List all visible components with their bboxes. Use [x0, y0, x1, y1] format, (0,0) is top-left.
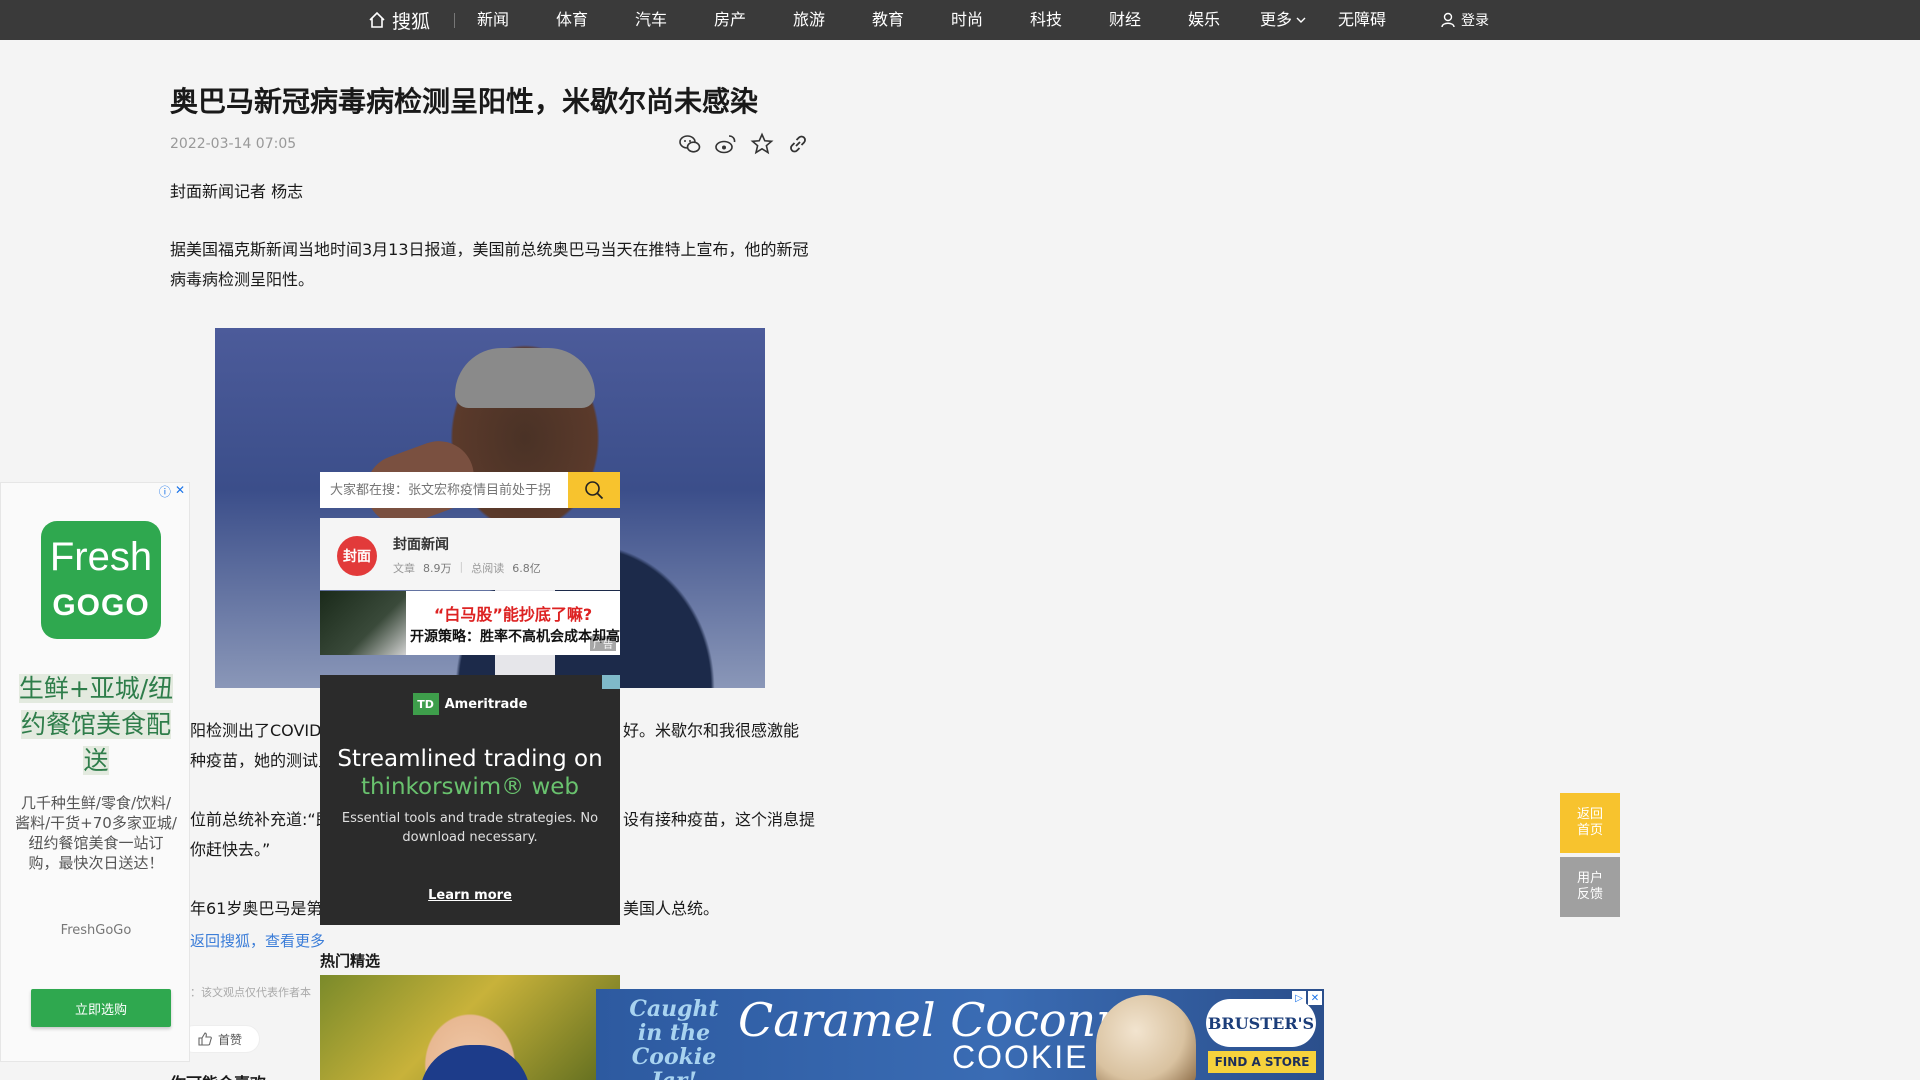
- hot-picks-heading: 热门精选: [320, 952, 381, 970]
- banner-subline: 开源策略：胜率不高机会成本却高: [410, 629, 620, 645]
- td-headline-line2: thinkorswim® web: [360, 774, 580, 800]
- nav-home-link[interactable]: 搜狐: [368, 0, 430, 40]
- ice-cream-image: [1096, 995, 1196, 1080]
- thumbs-up-icon: [198, 1032, 212, 1046]
- ad-controls: ⓘ ✕: [159, 483, 185, 500]
- ad-close-icon[interactable]: ✕: [175, 483, 185, 500]
- overlay-search-button[interactable]: [568, 472, 620, 508]
- td-learn-more-link[interactable]: Learn more: [320, 888, 620, 903]
- ad-choices-corner[interactable]: [602, 675, 620, 689]
- back-to-sohu-link[interactable]: 返回搜狐，查看更多: [190, 930, 325, 951]
- nav-item-news[interactable]: 新闻: [477, 0, 509, 40]
- article-byline: 封面新闻记者 杨志: [170, 182, 304, 201]
- banner-headline: “白马股”能抄底了嘛?: [433, 605, 593, 624]
- hot-image-dress-shape: [420, 1045, 530, 1080]
- author-name: 封面新闻: [393, 537, 449, 553]
- author-card[interactable]: 封面 封面新闻 文章 8.9万 | 总阅读 6.8亿: [320, 518, 620, 590]
- ad-caught-text: Caught in the Cookie Jar!: [629, 996, 719, 1080]
- wechat-icon[interactable]: [678, 132, 702, 156]
- article-date: 2022-03-14 07:05: [170, 136, 297, 152]
- td-logo-text: Ameritrade: [444, 696, 528, 712]
- back-to-home-button[interactable]: 返回 首页: [1560, 793, 1620, 853]
- top-navigation: 搜狐 新闻 体育 汽车 房产 旅游 教育 时尚 科技 财经 娱乐 更多 无障碍 …: [0, 0, 1920, 40]
- overlay-search-bar: [320, 472, 620, 508]
- finance-banner-ad[interactable]: “白马股”能抄底了嘛? 开源策略：胜率不高机会成本却高 广告: [320, 591, 620, 655]
- author-articles-label: 文章: [393, 562, 415, 575]
- nav-accessibility-link[interactable]: 无障碍: [1338, 0, 1386, 40]
- td-headline: Streamlined trading on thinkorswim® web: [320, 745, 620, 801]
- author-reads-value: 6.8亿: [512, 562, 541, 575]
- freshgogo-logo: Fresh GOGO: [41, 521, 161, 639]
- nav-item-finance[interactable]: 财经: [1109, 0, 1141, 40]
- freshgogo-brand: FreshGoGo: [60, 923, 132, 938]
- td-headline-line1: Streamlined trading on: [337, 746, 603, 772]
- nav-item-auto[interactable]: 汽车: [635, 0, 667, 40]
- nav-item-realestate[interactable]: 房产: [714, 0, 746, 40]
- article-paragraph-3-right: 设有接种疫苗，这个消息提: [623, 810, 816, 829]
- share-bar: [678, 132, 810, 156]
- nav-more-label: 更多: [1260, 10, 1293, 29]
- ameritrade-logo: TD Ameritrade: [320, 693, 620, 715]
- search-icon: [585, 481, 604, 500]
- nav-home-label: 搜狐: [392, 10, 431, 33]
- td-subtext: Essential tools and trade strategies. No…: [341, 811, 599, 845]
- nav-item-travel[interactable]: 旅游: [793, 0, 825, 40]
- ad-controls-bottom: ▷ ✕: [1292, 991, 1322, 1005]
- chevron-down-icon: [1296, 17, 1306, 23]
- stock-chart-thumbnail: [320, 591, 406, 655]
- nav-item-education[interactable]: 教育: [872, 0, 904, 40]
- brusters-banner-ad[interactable]: Caught in the Cookie Jar! Caramel Coconu…: [596, 989, 1324, 1080]
- nav-item-entertainment[interactable]: 娱乐: [1188, 0, 1220, 40]
- ad-close-icon-bottom[interactable]: ✕: [1308, 991, 1322, 1005]
- author-stats: 文章 8.9万 | 总阅读 6.8亿: [393, 560, 541, 576]
- td-logo-box: TD: [412, 693, 439, 715]
- photo-hair-shape: [455, 348, 595, 408]
- freshgogo-shop-button[interactable]: 立即选购: [31, 989, 171, 1027]
- freshgogo-headline-text: 生鲜+亚城/纽约餐馆美食配送: [18, 674, 174, 775]
- hot-picks-image[interactable]: [320, 975, 620, 1080]
- freshgogo-headline: 生鲜+亚城/纽约餐馆美食配送: [11, 671, 181, 779]
- article-paragraph-2-right: 好。米歇尔和我很感激能: [623, 721, 800, 740]
- stats-divider: |: [459, 560, 464, 573]
- freshgogo-logo-line2: GOGO: [52, 589, 150, 622]
- ameritrade-ad[interactable]: TD Ameritrade Streamlined trading on thi…: [320, 675, 620, 925]
- freshgogo-body: 几千种生鲜/零食/饮料/酱料/干货+70多家亚城/纽约餐馆美食一站订购，最快次日…: [15, 794, 177, 872]
- overlay-search-input[interactable]: [320, 472, 568, 508]
- article-disclaimer: ：该文观点仅代表作者本: [190, 986, 311, 999]
- login-label: 登录: [1461, 13, 1489, 29]
- recommend-section-heading: 你可能会喜欢: [170, 1070, 266, 1080]
- home-icon: [369, 11, 385, 28]
- ad-product-name-2: COOKIE: [952, 1039, 1089, 1075]
- nav-item-fashion[interactable]: 时尚: [951, 0, 983, 40]
- ad-tag: 广告: [590, 636, 616, 651]
- weibo-icon[interactable]: [714, 132, 738, 156]
- nav-more-dropdown[interactable]: 更多: [1260, 0, 1306, 40]
- ad-choices-icon[interactable]: ▷: [1292, 991, 1306, 1005]
- brusters-logo: BRUSTER'S: [1206, 999, 1316, 1047]
- freshgogo-logo-line1: Fresh: [49, 535, 153, 579]
- article-title: 奥巴马新冠病毒病检测呈阳性，米歇尔尚未感染: [170, 85, 759, 118]
- user-feedback-button[interactable]: 用户 反馈: [1560, 857, 1620, 917]
- author-articles-value: 8.9万: [423, 562, 452, 575]
- freshgogo-side-ad[interactable]: ⓘ ✕ Fresh GOGO 生鲜+亚城/纽约餐馆美食配送 几千种生鲜/零食/饮…: [0, 482, 190, 1062]
- article-paragraph-1: 据美国福克斯新闻当地时间3月13日报道，美国前总统奥巴马当天在推特上宣布，他的新…: [170, 240, 809, 289]
- nav-item-sports[interactable]: 体育: [556, 0, 588, 40]
- find-store-button[interactable]: FIND A STORE: [1208, 1051, 1316, 1073]
- article-paragraph-4-right: 美国人总统。: [623, 899, 720, 918]
- like-label: 首赞: [217, 1032, 242, 1047]
- favorite-star-icon[interactable]: [750, 132, 774, 156]
- author-logo: 封面: [337, 536, 377, 576]
- copy-link-icon[interactable]: [786, 132, 810, 156]
- author-reads-label: 总阅读: [471, 562, 505, 575]
- like-button[interactable]: 首赞: [180, 1025, 260, 1053]
- login-button[interactable]: 登录: [1440, 0, 1489, 40]
- user-icon: [1441, 12, 1455, 28]
- ad-info-icon[interactable]: ⓘ: [159, 483, 171, 500]
- nav-divider: [454, 13, 455, 28]
- nav-item-tech[interactable]: 科技: [1030, 0, 1062, 40]
